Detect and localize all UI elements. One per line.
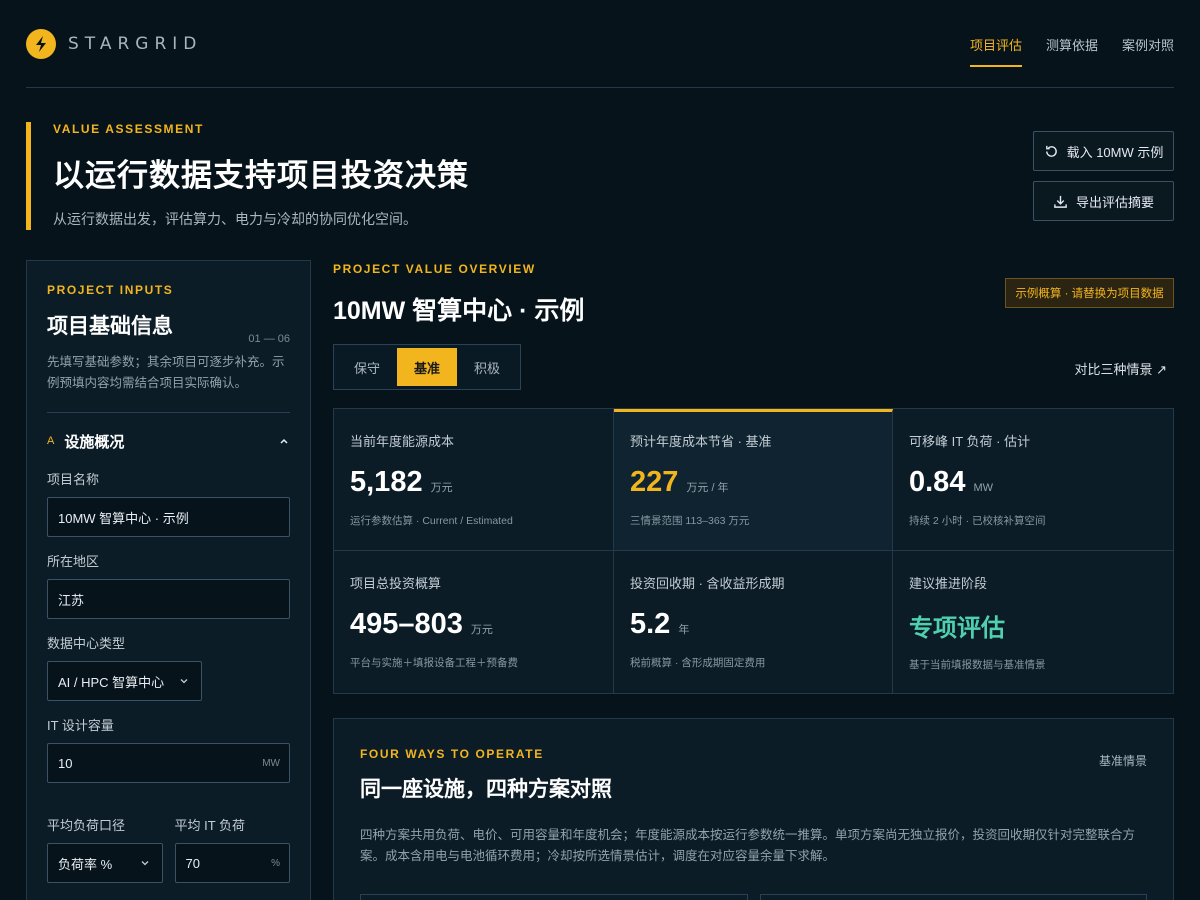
it-capacity-unit: MW — [262, 757, 280, 769]
export-summary-button[interactable]: 导出评估摘要 — [1033, 181, 1174, 221]
metric-card: 投资回收期 · 含收益形成期 5.2 年 税前概算 · 含形成期固定费用 — [614, 551, 893, 693]
metric-note: 持续 2 小时 · 已校核补算空间 — [909, 515, 1046, 527]
avg-it-load-label: 平均 IT 负荷 — [174, 818, 246, 833]
brand-logo[interactable]: STARGRID — [26, 29, 202, 59]
region-label: 所在地区 — [47, 554, 100, 569]
option-card[interactable] — [759, 894, 1147, 900]
metrics-grid: 当前年度能源成本 5,182 万元 运行参数估算 · Current / Esti… — [333, 408, 1174, 694]
logo-mark-icon — [26, 29, 56, 59]
overview-title: 10MW 智算中心 · 示例 — [333, 297, 585, 325]
top-bar: STARGRID 项目评估 测算依据 案例对照 — [26, 0, 1174, 88]
metric-note: 平台与实施＋填报设备工程＋预备费 — [350, 657, 518, 669]
inputs-eyebrow: PROJECT INPUTS — [47, 283, 174, 297]
main-nav: 项目评估 测算依据 案例对照 — [969, 35, 1174, 67]
metric-card: 可移峰 IT 负荷 · 估计 0.84 MW 持续 2 小时 · 已校核补算空间 — [893, 409, 1173, 551]
divider — [47, 412, 290, 413]
metric-value: 227 — [630, 466, 679, 498]
reload-icon — [1045, 145, 1057, 157]
compare-scenarios-link[interactable]: 对比三种情景 ↗ — [1074, 359, 1167, 378]
metric-value: 5,182 — [350, 466, 423, 498]
project-name-label: 项目名称 — [47, 472, 100, 487]
load-example-button[interactable]: 载入 10MW 示例 — [1033, 131, 1174, 171]
page-subtitle: 从运行数据出发，评估算力、电力与冷却的协同优化空间。 — [53, 211, 417, 227]
metric-card-highlighted: 预计年度成本节省 · 基准 227 万元 / 年 三情景范围 113–363 万元 — [614, 409, 893, 551]
section-title: 设施概况 — [64, 433, 125, 451]
four-ways-title: 同一座设施，四种方案对照 — [360, 778, 612, 801]
project-inputs-panel: PROJECT INPUTS 项目基础信息 01 — 06 先填写基础参数；其余… — [26, 260, 311, 900]
four-ways-eyebrow: FOUR WAYS TO OPERATE — [360, 747, 544, 761]
metric-label: 投资回收期 · 含收益形成期 — [630, 576, 785, 591]
avg-it-load-input[interactable]: 70 % — [174, 843, 290, 883]
dc-type-label: 数据中心类型 — [47, 636, 126, 651]
chevron-up-icon[interactable] — [278, 435, 290, 447]
load-basis-label: 平均负荷口径 — [47, 818, 126, 833]
metric-note: 基于当前填报数据与基准情景 — [909, 659, 1046, 671]
chevron-down-icon — [180, 679, 188, 684]
metric-label: 项目总投资概算 — [350, 576, 442, 591]
nav-item-cases[interactable]: 案例对照 — [1122, 35, 1174, 67]
nav-item-assessment[interactable]: 项目评估 — [969, 35, 1022, 67]
page-title: 以运行数据支持项目投资决策 — [53, 158, 469, 193]
load-example-label: 载入 10MW 示例 — [1066, 144, 1164, 160]
overview-header: PROJECT VALUE OVERVIEW 10MW 智算中心 · 示例 — [333, 262, 584, 327]
metric-value: 5.2 — [630, 608, 671, 640]
avg-it-load-value: 70 — [185, 855, 200, 871]
it-capacity-label: IT 设计容量 — [47, 718, 114, 733]
metric-note: 税前概算 · 含形成期固定费用 — [630, 657, 766, 669]
dc-type-select[interactable]: AI / HPC 智算中心 — [47, 661, 202, 701]
metric-label: 预计年度成本节省 · 基准 — [630, 434, 772, 449]
metric-label: 当前年度能源成本 — [350, 434, 455, 449]
metric-card: 建议推进阶段 专项评估 基于当前填报数据与基准情景 — [893, 551, 1173, 693]
hero-eyebrow: VALUE ASSESSMENT — [53, 122, 204, 136]
metric-label: 建议推进阶段 — [909, 576, 988, 591]
brand-name: STARGRID — [68, 34, 203, 54]
metric-label: 可移峰 IT 负荷 · 估计 — [909, 434, 1031, 449]
it-capacity-value: 10 — [58, 755, 73, 771]
it-capacity-input[interactable]: 10 MW — [47, 743, 290, 783]
overview-eyebrow: PROJECT VALUE OVERVIEW — [333, 262, 536, 276]
metric-value: 0.84 — [909, 466, 966, 498]
download-icon — [1054, 195, 1067, 208]
scenario-conservative-button[interactable]: 保守 — [337, 348, 397, 386]
metric-value: 495–803 — [350, 608, 463, 640]
option-card[interactable] — [360, 894, 748, 900]
export-summary-label: 导出评估摘要 — [1075, 194, 1154, 210]
avg-it-load-unit: % — [271, 857, 280, 869]
chevron-down-icon — [141, 861, 148, 866]
dc-type-value: AI / HPC 智算中心 — [58, 674, 165, 690]
metric-unit: 万元 / 年 — [686, 482, 729, 494]
load-basis-select[interactable]: 负荷率 % — [47, 843, 163, 883]
four-ways-card: FOUR WAYS TO OPERATE 同一座设施，四种方案对照 基准情景 四… — [333, 718, 1174, 900]
metric-card: 当前年度能源成本 5,182 万元 运行参数估算 · Current / Esti… — [334, 409, 614, 551]
section-header-facility[interactable]: A 设施概况 — [47, 427, 290, 455]
region-input[interactable]: 江苏 — [47, 579, 290, 619]
step-indicator: 01 — 06 — [248, 333, 290, 345]
load-basis-value: 负荷率 % — [58, 856, 113, 872]
metric-note: 三情景范围 113–363 万元 — [630, 515, 750, 527]
four-ways-description: 四种方案共用负荷、电价、可用容量和年度机会；年度能源成本按运行参数统一推算。单项… — [360, 828, 1136, 863]
inputs-description: 先填写基础参数；其余项目可逐步补充。示例预填内容均需结合项目实际确认。 — [47, 355, 285, 390]
four-ways-scenario-tag: 基准情景 — [1098, 754, 1147, 768]
metric-note: 运行参数估算 · Current / Estimated — [350, 515, 513, 527]
metric-unit: 万元 — [470, 624, 493, 636]
metric-unit: 万元 — [430, 482, 453, 494]
metric-unit: MW — [973, 482, 993, 494]
metric-card: 项目总投资概算 495–803 万元 平台与实施＋填报设备工程＋预备费 — [334, 551, 614, 693]
metric-value: 专项评估 — [909, 615, 1005, 642]
scenario-aggressive-button[interactable]: 积极 — [457, 348, 517, 386]
example-badge: 示例概算 · 请替换为项目数据 — [1005, 278, 1174, 308]
metric-unit: 年 — [678, 624, 690, 636]
nav-item-basis[interactable]: 测算依据 — [1046, 35, 1098, 67]
scenario-baseline-button[interactable]: 基准 — [397, 348, 457, 386]
region-value: 江苏 — [58, 592, 85, 608]
hero-section: VALUE ASSESSMENT 以运行数据支持项目投资决策 从运行数据出发，评… — [26, 122, 469, 230]
scenario-switcher: 保守 基准 积极 — [333, 344, 521, 390]
project-name-input[interactable]: 10MW 智算中心 · 示例 — [47, 497, 290, 537]
option-cards — [360, 894, 1147, 900]
section-letter: A — [47, 435, 55, 447]
project-name-value: 10MW 智算中心 · 示例 — [58, 510, 189, 526]
